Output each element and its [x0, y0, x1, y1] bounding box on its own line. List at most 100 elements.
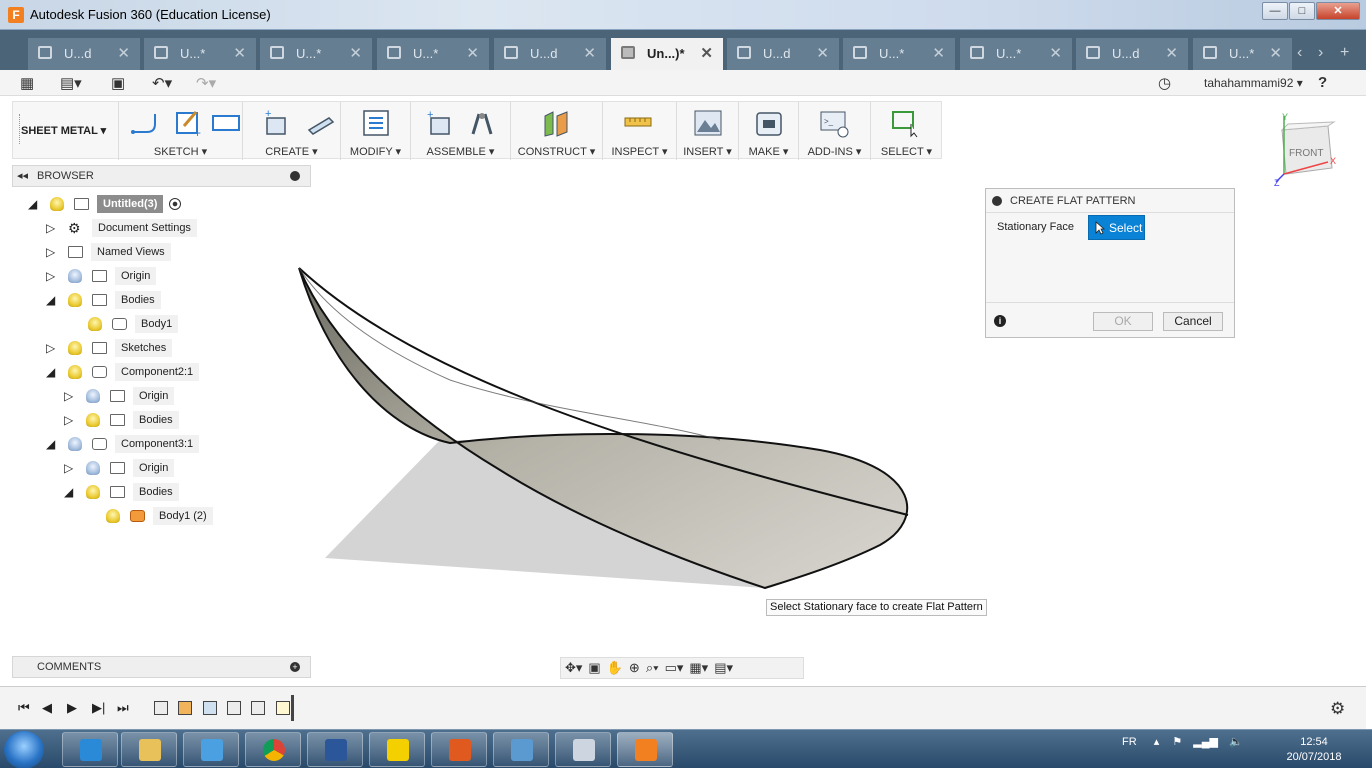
viewports-icon[interactable]: ▤▾	[714, 660, 733, 676]
play-icon[interactable]: ▶	[67, 700, 77, 716]
pan-hand-icon[interactable]: ✋	[607, 660, 623, 676]
data-panel-grid-icon[interactable]: ▦	[20, 74, 34, 92]
flange-solid-icon[interactable]	[305, 108, 335, 138]
visibility-bulb-icon[interactable]	[86, 461, 100, 475]
taskbar-internet-explorer[interactable]	[62, 732, 118, 767]
close-tab-icon[interactable]: ✕	[233, 44, 246, 62]
sketch-group[interactable]: + SKETCH ▾	[119, 102, 243, 160]
tree-item-sketches[interactable]: ▷ Sketches	[46, 338, 173, 358]
joint-icon[interactable]	[467, 108, 497, 138]
network-signal-icon[interactable]: ▂▄▆	[1193, 736, 1218, 748]
tab-scroll-left-icon[interactable]: ‹	[1297, 44, 1302, 62]
visibility-bulb-icon[interactable]	[68, 437, 82, 451]
taskbar-photo-viewer[interactable]	[493, 732, 549, 767]
start-button[interactable]	[4, 731, 44, 768]
close-window-button[interactable]: ✕	[1316, 2, 1360, 20]
zoom-icon[interactable]: ⊕	[629, 660, 640, 676]
visibility-bulb-icon[interactable]	[68, 365, 82, 379]
tree-item-component3-origin[interactable]: ▷ Origin	[64, 458, 175, 478]
taskbar-app-orange[interactable]	[431, 732, 487, 767]
grid-settings-icon[interactable]: ▦▾	[689, 660, 708, 676]
redo-icon[interactable]: ↷▾	[196, 74, 216, 92]
tree-item-component2-origin[interactable]: ▷ Origin	[64, 386, 175, 406]
document-tab[interactable]: U...d ✕	[494, 38, 607, 70]
taskbar-file-explorer[interactable]	[121, 732, 177, 767]
close-tab-icon[interactable]: ✕	[1049, 44, 1062, 62]
visibility-bulb-icon[interactable]	[106, 509, 120, 523]
tree-item-component3[interactable]: ◢ Component3:1	[46, 434, 200, 454]
tree-root-untitled[interactable]: ◢ Untitled(3)	[28, 194, 182, 214]
select-group[interactable]: SELECT ▾	[871, 102, 942, 160]
dialog-header[interactable]: CREATE FLAT PATTERN	[986, 189, 1234, 213]
visibility-bulb-icon[interactable]	[68, 293, 82, 307]
timeline-feature-body[interactable]	[203, 701, 217, 715]
save-icon[interactable]: ▣	[111, 74, 125, 92]
close-tab-icon[interactable]: ✕	[466, 44, 479, 62]
visibility-bulb-icon[interactable]	[86, 389, 100, 403]
document-tab[interactable]: U...* ✕	[843, 38, 956, 70]
step-back-icon[interactable]: ◀	[42, 700, 52, 716]
job-status-clock-icon[interactable]: ◷	[1158, 74, 1171, 92]
visibility-bulb-icon[interactable]	[86, 413, 100, 427]
close-tab-icon[interactable]: ✕	[700, 44, 713, 62]
tree-item-body1-2[interactable]: Body1 (2)	[106, 506, 213, 526]
construct-group[interactable]: CONSTRUCT ▾	[511, 102, 603, 160]
new-tab-icon[interactable]: +	[1340, 44, 1349, 62]
taskbar-calculator[interactable]	[555, 732, 611, 767]
expand-arrow-icon[interactable]: ▷	[64, 413, 76, 427]
file-menu-icon[interactable]: ▤▾	[60, 74, 82, 92]
document-tab[interactable]: U...* ✕	[960, 38, 1073, 70]
create-menu[interactable]: CREATE ▾	[243, 145, 340, 158]
3d-print-icon[interactable]	[754, 108, 784, 138]
tree-item-body1[interactable]: Body1	[88, 314, 179, 334]
help-icon[interactable]: ?	[1318, 74, 1327, 91]
modify-group[interactable]: MODIFY ▾	[341, 102, 411, 160]
document-tab[interactable]: U...* ✕	[144, 38, 257, 70]
expand-arrow-icon[interactable]: ▷	[64, 461, 76, 475]
make-group[interactable]: MAKE ▾	[739, 102, 799, 160]
tree-item-component2[interactable]: ◢ Component2:1	[46, 362, 200, 382]
close-tab-icon[interactable]: ✕	[816, 44, 829, 62]
document-tab[interactable]: U...* ✕	[377, 38, 490, 70]
timeline-feature-sketch[interactable]	[276, 701, 290, 715]
document-tab[interactable]: U...* ✕	[1193, 38, 1293, 70]
ok-button[interactable]: OK	[1093, 312, 1153, 331]
insert-image-icon[interactable]	[693, 108, 723, 138]
add-comment-icon[interactable]: +	[290, 662, 300, 672]
sketch-menu[interactable]: SKETCH ▾	[119, 145, 242, 158]
new-component-assemble-icon[interactable]: +	[425, 108, 455, 138]
create-sketch-icon[interactable]: +	[174, 108, 204, 138]
workspace-label[interactable]: SHEET METAL ▾	[21, 124, 106, 137]
timeline-feature-flange[interactable]	[178, 701, 192, 715]
flange-icon[interactable]	[131, 108, 161, 138]
tree-item-component2-bodies[interactable]: ▷ Bodies	[64, 410, 179, 430]
assemble-group[interactable]: + ASSEMBLE ▾	[411, 102, 511, 160]
collapse-arrow-icon[interactable]: ◢	[46, 293, 58, 307]
insert-group[interactable]: INSERT ▾	[677, 102, 739, 160]
view-cube-face-label[interactable]: FRONT	[1289, 148, 1323, 159]
collapse-browser-icon[interactable]: ◂◂	[17, 169, 28, 182]
offset-plane-icon[interactable]	[541, 108, 571, 138]
visibility-bulb-icon[interactable]	[86, 485, 100, 499]
close-tab-icon[interactable]: ✕	[117, 44, 130, 62]
make-menu[interactable]: MAKE ▾	[739, 145, 798, 158]
construct-menu[interactable]: CONSTRUCT ▾	[511, 145, 602, 158]
view-cube[interactable]: FRONT X Y Z	[1272, 112, 1342, 188]
scripts-addins-icon[interactable]: >_	[819, 108, 849, 138]
stationary-face-select-button[interactable]: Select	[1088, 215, 1145, 240]
modify-parameters-icon[interactable]	[361, 108, 391, 138]
expand-arrow-icon[interactable]: ▷	[46, 269, 58, 283]
go-to-end-icon[interactable]: ⏭	[117, 700, 129, 716]
document-tab-active[interactable]: Un...)* ✕	[611, 38, 724, 70]
expand-arrow-icon[interactable]: ▷	[46, 245, 58, 259]
expand-arrow-icon[interactable]: ▷	[64, 389, 76, 403]
fit-zoom-icon[interactable]: ⌕▾	[646, 660, 659, 676]
tree-item-origin[interactable]: ▷ Origin	[46, 266, 157, 286]
go-to-start-icon[interactable]: ⏮	[18, 700, 30, 716]
select-menu[interactable]: SELECT ▾	[871, 145, 942, 158]
close-tab-icon[interactable]: ✕	[583, 44, 596, 62]
close-tab-icon[interactable]: ✕	[1165, 44, 1178, 62]
timeline-marker[interactable]	[291, 695, 294, 721]
user-account-menu[interactable]: tahahammami92 ▾	[1204, 76, 1303, 90]
inspect-menu[interactable]: INSPECT ▾	[603, 145, 676, 158]
